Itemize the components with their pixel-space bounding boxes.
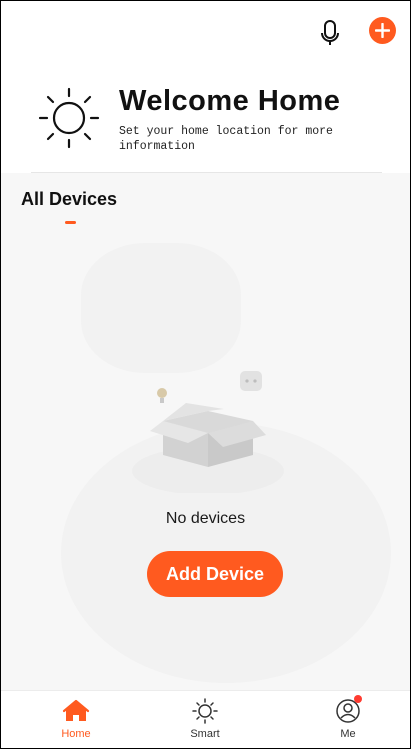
- nav-label-smart: Smart: [190, 728, 220, 740]
- user-icon-wrapper: [334, 695, 362, 725]
- devices-area: All Devices No devices Add Device: [1, 173, 410, 691]
- home-icon: [62, 699, 90, 721]
- bottom-navigation: Home Smart Me: [1, 690, 410, 748]
- microphone-button[interactable]: [315, 18, 345, 48]
- nav-item-me[interactable]: Me: [308, 695, 388, 745]
- empty-box-illustration: [132, 371, 284, 493]
- add-button[interactable]: [369, 17, 396, 44]
- nav-item-smart[interactable]: Smart: [165, 697, 245, 745]
- welcome-title: Welcome Home: [119, 85, 341, 117]
- notification-badge: [354, 695, 362, 703]
- background-shape: [81, 243, 241, 373]
- sun-icon: [38, 87, 100, 149]
- plus-icon: [375, 23, 390, 38]
- welcome-card: Welcome Home Set your home location for …: [1, 63, 410, 173]
- no-devices-text: No devices: [165, 510, 246, 527]
- sun-outline-icon: [192, 698, 218, 724]
- nav-label-home: Home: [61, 728, 91, 740]
- tab-all-devices[interactable]: All Devices: [21, 189, 117, 210]
- app-screen: Welcome Home Set your home location for …: [0, 0, 411, 749]
- tab-active-indicator: [65, 221, 76, 224]
- nav-label-me: Me: [340, 728, 356, 740]
- top-bar: [1, 1, 410, 63]
- add-device-button[interactable]: Add Device: [147, 551, 283, 597]
- microphone-icon: [321, 20, 339, 45]
- set-location-link[interactable]: Set your home location for more informat…: [119, 124, 359, 154]
- nav-item-home[interactable]: Home: [36, 697, 116, 745]
